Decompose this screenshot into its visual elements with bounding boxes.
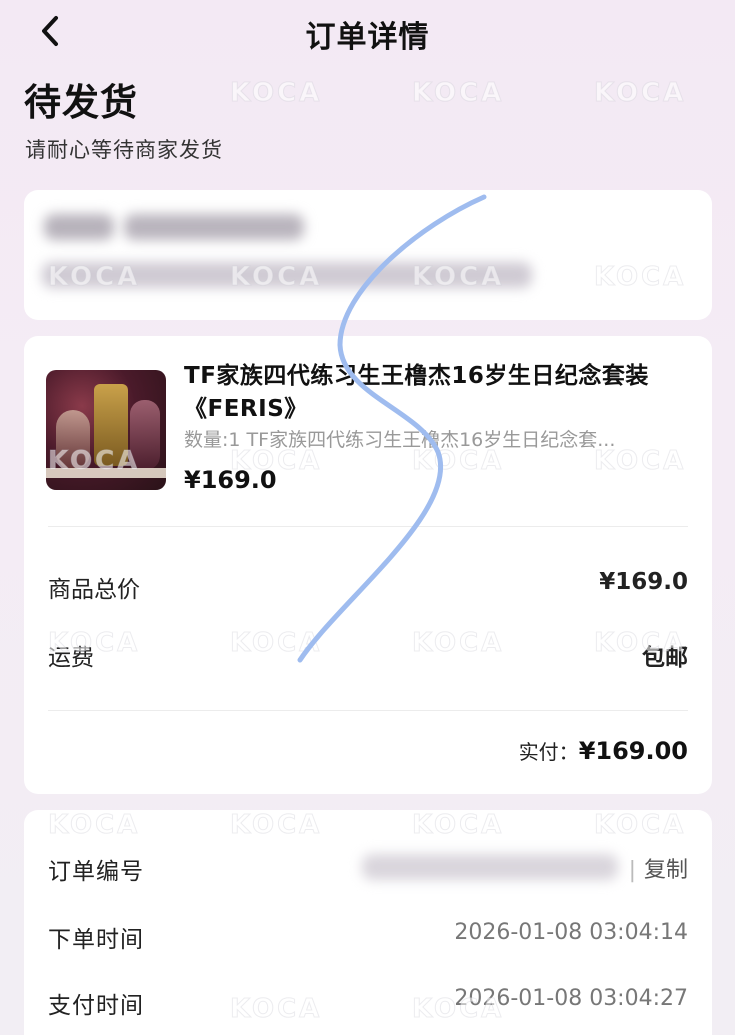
divider <box>48 526 688 527</box>
header: 订单详情 <box>0 0 735 64</box>
order-card: TF家族四代练习生王橹杰16岁生日纪念套装《FERIS》 数量:1 TF家族四代… <box>24 336 712 794</box>
address-redacted <box>42 262 532 288</box>
order-status-title: 待发货 <box>24 81 138 124</box>
actual-paid-value: ¥169.00 <box>578 737 688 765</box>
order-time-value: 2026-01-08 03:04:14 <box>454 920 688 945</box>
watermark: KOCA <box>593 78 687 109</box>
product-spec: 数量:1 TF家族四代练习生王橹杰16岁生日纪念套... <box>184 429 616 451</box>
goods-total-label: 商品总价 <box>48 577 140 603</box>
goods-total-value: ¥169.0 <box>599 569 688 595</box>
copy-label: 复制 <box>643 858 688 883</box>
address-card[interactable] <box>24 190 712 320</box>
order-status-subtitle: 请耐心等待商家发货 <box>25 138 223 162</box>
recipient-name-redacted <box>44 214 114 240</box>
actual-paid-label: 实付： <box>518 740 579 764</box>
product-price: ¥169.0 <box>184 466 277 494</box>
watermark: KOCA <box>229 78 323 109</box>
payment-time-value: 2026-01-08 03:04:27 <box>454 986 688 1011</box>
page-title: 订单详情 <box>305 20 430 55</box>
order-info-card: 订单编号 | 复制 下单时间 2026-01-08 03:04:14 支付时间 2… <box>24 810 712 1035</box>
shipping-label: 运费 <box>48 645 94 671</box>
order-number-redacted <box>362 854 618 880</box>
copy-order-number-button[interactable]: | 复制 <box>629 852 688 884</box>
payment-time-label: 支付时间 <box>48 993 144 1019</box>
product-name[interactable]: TF家族四代练习生王橹杰16岁生日纪念套装《FERIS》 <box>184 360 694 426</box>
product-thumbnail[interactable] <box>46 370 166 490</box>
divider <box>48 710 688 711</box>
order-time-label: 下单时间 <box>48 927 144 953</box>
shipping-value: 包邮 <box>642 645 688 671</box>
recipient-phone-redacted <box>124 214 304 240</box>
order-number-label: 订单编号 <box>48 859 144 885</box>
copy-separator: | <box>628 858 636 883</box>
actual-paid: 实付：¥169.00 <box>519 736 688 765</box>
watermark: KOCA <box>411 78 505 109</box>
